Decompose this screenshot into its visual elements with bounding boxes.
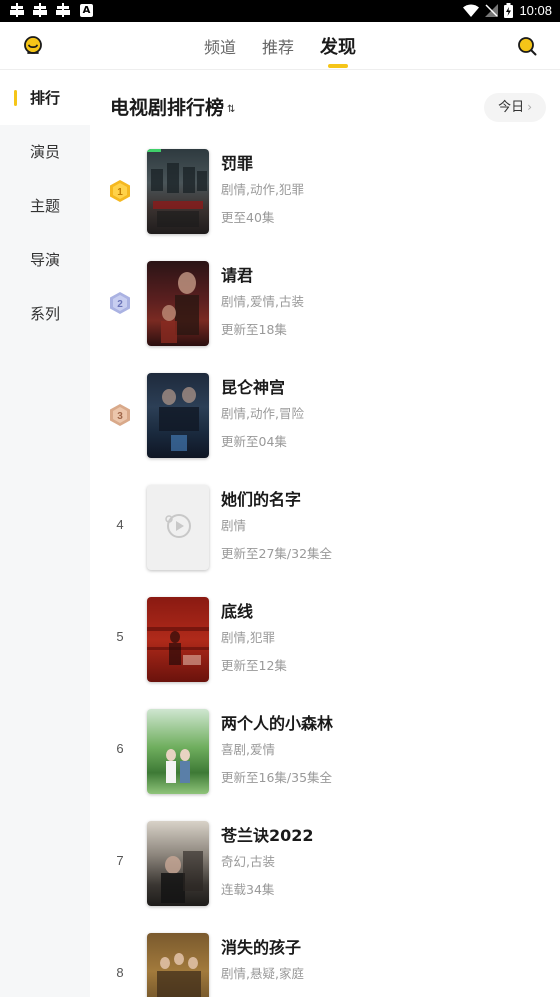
drama-info: 底线 剧情,犯罪 更新至12集 — [221, 601, 287, 674]
episode-status: 更新至27集/32集全 — [221, 546, 333, 561]
poster-image[interactable] — [147, 933, 209, 997]
period-selector-button[interactable]: 今日 › — [484, 93, 546, 122]
sidebar-item-actors[interactable]: 演员 — [0, 125, 90, 179]
wifi-icon — [463, 4, 480, 17]
ranking-panel: 电视剧排行榜 ⇅ 今日 › 1 罚罪 剧情,动作,犯罪 更至40集 2 请君 剧… — [90, 71, 560, 997]
chevron-right-icon: › — [527, 100, 532, 114]
app-notification-icon — [56, 3, 70, 17]
rank-number: 7 — [116, 853, 124, 868]
battery-icon — [504, 3, 514, 18]
drama-genre: 剧情,悬疑,家庭 — [221, 966, 304, 981]
top-nav: 频道 推荐 发现 — [0, 22, 560, 70]
list-item[interactable]: 2 请君 剧情,爱情,古装 更新至18集 — [90, 261, 560, 373]
list-item[interactable]: 4 她们的名字 剧情 更新至27集/32集全 — [90, 485, 560, 597]
rank-number: 6 — [116, 741, 124, 756]
poster-placeholder[interactable] — [147, 485, 209, 570]
notification-icons: A — [8, 2, 93, 18]
clock: 10:08 — [519, 3, 552, 18]
list-item[interactable]: 1 罚罪 剧情,动作,犯罪 更至40集 — [90, 149, 560, 261]
drama-title: 昆仑神宫 — [221, 378, 286, 397]
poster-image[interactable] — [147, 709, 209, 794]
sidebar-item-themes[interactable]: 主题 — [0, 179, 90, 233]
drama-genre: 剧情,爱情,古装 — [221, 294, 304, 309]
episode-status: 更新至18集 — [221, 322, 287, 337]
episode-status: 更新至04集 — [221, 434, 287, 449]
list-item[interactable]: 6 两个人的小森林 喜剧,爱情 更新至16集/35集全 — [90, 709, 560, 821]
rank-number: 5 — [116, 629, 124, 644]
sort-icon[interactable]: ⇅ — [227, 104, 235, 115]
episode-status: 更至40集 — [221, 210, 275, 225]
period-label: 今日 — [498, 100, 525, 115]
page-title: 电视剧排行榜 — [110, 97, 225, 119]
drama-genre: 喜剧,爱情 — [221, 742, 275, 757]
tab-recommend[interactable]: 推荐 — [262, 34, 294, 58]
drama-title: 苍兰诀2022 — [221, 826, 314, 845]
drama-title: 两个人的小森林 — [221, 714, 334, 733]
tab-bar: 频道 推荐 发现 — [0, 22, 560, 70]
ranking-header: 电视剧排行榜 ⇅ 今日 › — [110, 93, 546, 123]
sidebar-item-directors[interactable]: 导演 — [0, 233, 90, 287]
drama-title: 罚罪 — [221, 154, 254, 173]
rank-number: 1 — [117, 187, 123, 198]
drama-genre: 剧情 — [221, 518, 247, 533]
a-badge-icon: A — [80, 3, 93, 17]
poster-image[interactable] — [147, 821, 209, 906]
episode-status: 更新至16集/35集全 — [221, 770, 333, 785]
list-item[interactable]: 8 消失的孩子 剧情,悬疑,家庭 — [90, 933, 560, 997]
drama-title: 消失的孩子 — [221, 938, 302, 957]
drama-info: 罚罪 剧情,动作,犯罪 更至40集 — [221, 153, 304, 226]
list-item[interactable]: 5 底线 剧情,犯罪 更新至12集 — [90, 597, 560, 709]
drama-info: 她们的名字 剧情 更新至27集/32集全 — [221, 489, 332, 562]
drama-genre: 剧情,犯罪 — [221, 630, 275, 645]
poster-image[interactable] — [147, 149, 209, 234]
rank-number: 3 — [117, 411, 123, 422]
rank-number: 2 — [117, 299, 123, 310]
sidebar-item-ranking[interactable]: 排行 — [0, 71, 90, 125]
drama-genre: 剧情,动作,犯罪 — [221, 182, 304, 197]
episode-status: 更新至12集 — [221, 658, 287, 673]
drama-title: 请君 — [221, 266, 254, 285]
drama-title: 底线 — [221, 602, 254, 621]
poster-image[interactable] — [147, 597, 209, 682]
list-item[interactable]: 3 昆仑神宫 剧情,动作,冒险 更新至04集 — [90, 373, 560, 485]
poster-image[interactable] — [147, 261, 209, 346]
drama-title: 她们的名字 — [221, 490, 302, 509]
list-item[interactable]: 7 苍兰诀2022 奇幻,古装 连载34集 — [90, 821, 560, 933]
video-placeholder-icon — [165, 514, 191, 538]
poster-image[interactable] — [147, 373, 209, 458]
system-icons: 10:08 — [463, 3, 552, 18]
app-notification-icon — [33, 3, 47, 17]
drama-info: 两个人的小森林 喜剧,爱情 更新至16集/35集全 — [221, 713, 333, 786]
rank-gold-medal-icon: 1 — [110, 180, 130, 202]
ranking-list: 1 罚罪 剧情,动作,犯罪 更至40集 2 请君 剧情,爱情,古装 更新至18集… — [90, 149, 560, 997]
drama-info: 请君 剧情,爱情,古装 更新至18集 — [221, 265, 304, 338]
tab-channels[interactable]: 频道 — [204, 34, 236, 58]
search-icon[interactable] — [516, 35, 538, 57]
rank-bronze-medal-icon: 3 — [110, 404, 130, 426]
drama-genre: 奇幻,古装 — [221, 854, 275, 869]
rank-number: 4 — [116, 517, 124, 532]
app-notification-icon — [10, 3, 24, 17]
drama-info: 昆仑神宫 剧情,动作,冒险 更新至04集 — [221, 377, 304, 450]
drama-info: 苍兰诀2022 奇幻,古装 连载34集 — [221, 825, 314, 898]
tab-discover[interactable]: 发现 — [320, 33, 356, 59]
drama-genre: 剧情,动作,冒险 — [221, 406, 304, 421]
sidebar-item-series[interactable]: 系列 — [0, 287, 90, 341]
episode-status: 连载34集 — [221, 882, 275, 897]
category-sidebar: 排行 演员 主题 导演 系列 — [0, 71, 90, 997]
rank-number: 8 — [116, 965, 124, 980]
drama-info: 消失的孩子 剧情,悬疑,家庭 — [221, 937, 304, 994]
no-signal-icon — [485, 4, 499, 17]
rank-silver-medal-icon: 2 — [110, 292, 130, 314]
status-bar: A 10:08 — [0, 0, 560, 22]
